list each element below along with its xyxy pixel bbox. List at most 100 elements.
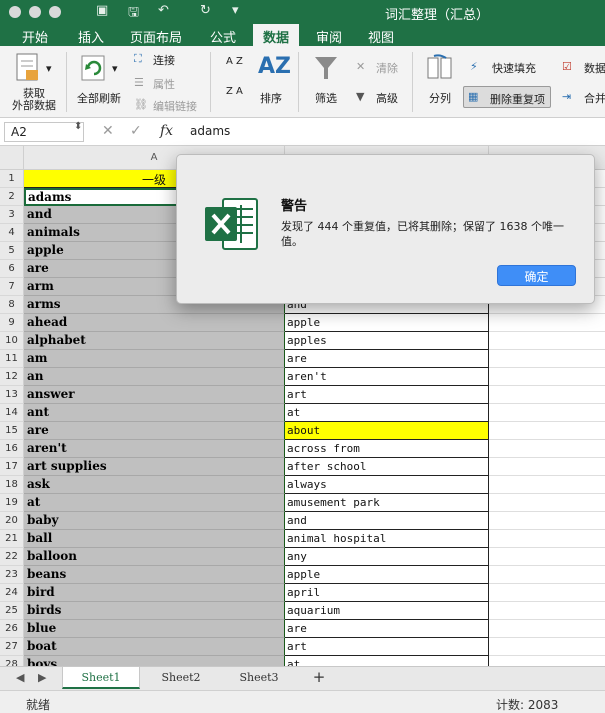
row-number[interactable]: 14 <box>0 404 24 422</box>
row-number[interactable]: 6 <box>0 260 24 278</box>
cell-b[interactable]: apples <box>285 332 489 350</box>
cell-a[interactable]: answer <box>24 386 285 404</box>
cell-c[interactable] <box>489 350 605 368</box>
cell-b[interactable]: any <box>285 548 489 566</box>
cell-a[interactable]: am <box>24 350 285 368</box>
row-number[interactable]: 26 <box>0 620 24 638</box>
undo-icon[interactable]: ↶ <box>158 3 169 18</box>
cell-b[interactable]: always <box>285 476 489 494</box>
cell-c[interactable] <box>489 458 605 476</box>
cell-a[interactable]: baby <box>24 512 285 530</box>
cell-c[interactable] <box>489 548 605 566</box>
row-number[interactable]: 5 <box>0 242 24 260</box>
cell-c[interactable] <box>489 476 605 494</box>
cell-a[interactable]: are <box>24 422 285 440</box>
clear-filter-button[interactable]: 清除 <box>376 60 398 76</box>
row-number[interactable]: 27 <box>0 638 24 656</box>
edit-links-button[interactable]: 编辑链接 <box>153 98 197 114</box>
row-number[interactable]: 7 <box>0 278 24 296</box>
cell-b[interactable]: are <box>285 620 489 638</box>
cell-c[interactable] <box>489 386 605 404</box>
data-validation-button[interactable]: 数据 <box>584 60 605 76</box>
cell-b[interactable]: aquarium <box>285 602 489 620</box>
cell-b[interactable]: after school <box>285 458 489 476</box>
row-number[interactable]: 4 <box>0 224 24 242</box>
cell-c[interactable] <box>489 332 605 350</box>
cell-a[interactable]: ask <box>24 476 285 494</box>
prev-sheet-icon[interactable]: ◀ <box>16 671 24 684</box>
row-number[interactable]: 12 <box>0 368 24 386</box>
sort-ascending-button[interactable]: A Z <box>226 56 243 67</box>
row-number[interactable]: 16 <box>0 440 24 458</box>
sheet-tab-sheet1[interactable]: Sheet1 <box>62 667 140 689</box>
cell-a[interactable]: at <box>24 494 285 512</box>
consolidate-button[interactable]: 合并 <box>584 90 605 106</box>
cell-a[interactable]: ant <box>24 404 285 422</box>
cell-a[interactable]: blue <box>24 620 285 638</box>
cell-a[interactable]: ball <box>24 530 285 548</box>
cell-b[interactable]: art <box>285 386 489 404</box>
cell-a[interactable]: boys <box>24 656 285 666</box>
advanced-filter-button[interactable]: 高级 <box>376 90 398 106</box>
row-number[interactable]: 15 <box>0 422 24 440</box>
filter-button[interactable]: 筛选 <box>308 90 344 106</box>
get-external-data-button[interactable]: 获取 外部数据 <box>6 88 62 112</box>
cell-c[interactable] <box>489 422 605 440</box>
sheet-tab-sheet2[interactable]: Sheet2 <box>142 667 220 689</box>
cell-b[interactable]: apple <box>285 314 489 332</box>
cell-c[interactable] <box>489 584 605 602</box>
text-to-columns-button[interactable]: 分列 <box>424 90 456 106</box>
cell-b[interactable]: and <box>285 512 489 530</box>
tab-home[interactable]: 开始 <box>22 27 48 46</box>
sort-button[interactable]: 排序 <box>254 90 288 106</box>
cell-a[interactable]: bird <box>24 584 285 602</box>
row-number[interactable]: 13 <box>0 386 24 404</box>
flash-fill-button[interactable]: 快速填充 <box>492 60 536 76</box>
cell-c[interactable] <box>489 440 605 458</box>
tab-formulas[interactable]: 公式 <box>210 27 236 46</box>
row-number[interactable]: 8 <box>0 296 24 314</box>
cancel-icon[interactable]: ✕ <box>102 123 114 139</box>
cell-c[interactable] <box>489 530 605 548</box>
sheet-tab-sheet3[interactable]: Sheet3 <box>220 667 298 689</box>
row-number[interactable]: 18 <box>0 476 24 494</box>
minimize-window-button[interactable] <box>29 6 41 18</box>
row-number[interactable]: 2 <box>0 188 24 206</box>
cell-c[interactable] <box>489 638 605 656</box>
cell-b[interactable]: april <box>285 584 489 602</box>
cell-a[interactable]: ahead <box>24 314 285 332</box>
sort-descending-button[interactable]: Z A <box>226 86 243 97</box>
row-number[interactable]: 17 <box>0 458 24 476</box>
tab-data[interactable]: 数据 <box>253 24 300 46</box>
next-sheet-icon[interactable]: ▶ <box>38 671 46 684</box>
save-icon[interactable]: 🖫 <box>128 3 139 25</box>
quick-access-dropdown-icon[interactable]: ▾ <box>232 3 239 18</box>
redo-icon[interactable]: ↻ <box>200 3 211 18</box>
cell-c[interactable] <box>489 512 605 530</box>
cell-b[interactable]: apple <box>285 566 489 584</box>
cell-c[interactable] <box>489 620 605 638</box>
cell-c[interactable] <box>489 314 605 332</box>
insert-function-icon[interactable]: fx <box>160 123 173 139</box>
connections-button[interactable]: 连接 <box>153 52 175 68</box>
cell-b[interactable]: art <box>285 638 489 656</box>
row-number[interactable]: 23 <box>0 566 24 584</box>
name-box-stepper-icon[interactable]: ⬍ <box>74 121 82 132</box>
cell-a[interactable]: beans <box>24 566 285 584</box>
row-number[interactable]: 19 <box>0 494 24 512</box>
row-number[interactable]: 22 <box>0 548 24 566</box>
cell-c[interactable] <box>489 656 605 666</box>
cell-b[interactable]: across from <box>285 440 489 458</box>
row-number[interactable]: 10 <box>0 332 24 350</box>
cell-a[interactable]: an <box>24 368 285 386</box>
row-number[interactable]: 28 <box>0 656 24 666</box>
select-all-corner[interactable] <box>0 146 24 170</box>
zoom-window-button[interactable] <box>49 6 61 18</box>
cell-b[interactable]: amusement park <box>285 494 489 512</box>
formula-input[interactable]: adams <box>190 124 230 138</box>
cell-a[interactable]: aren't <box>24 440 285 458</box>
cell-c[interactable] <box>489 494 605 512</box>
cell-b[interactable]: at <box>285 656 489 666</box>
row-number[interactable]: 24 <box>0 584 24 602</box>
refresh-all-button[interactable]: 全部刷新 <box>74 90 124 106</box>
